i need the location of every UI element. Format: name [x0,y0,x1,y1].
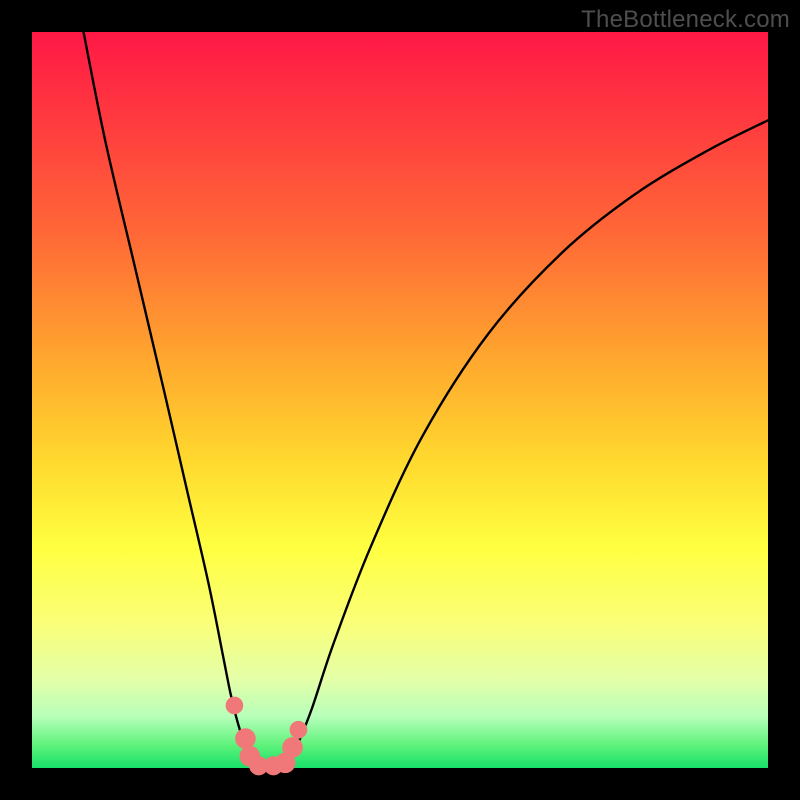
data-marker [235,728,256,749]
data-marker [282,737,303,758]
curve-overlay [0,0,800,800]
marker-group [226,697,308,776]
data-marker [226,697,244,715]
data-marker [290,721,308,739]
bottleneck-curve-left [84,32,261,768]
outer-frame: TheBottleneck.com [0,0,800,800]
bottleneck-curve-right [282,120,768,768]
watermark-text: TheBottleneck.com [581,6,790,34]
